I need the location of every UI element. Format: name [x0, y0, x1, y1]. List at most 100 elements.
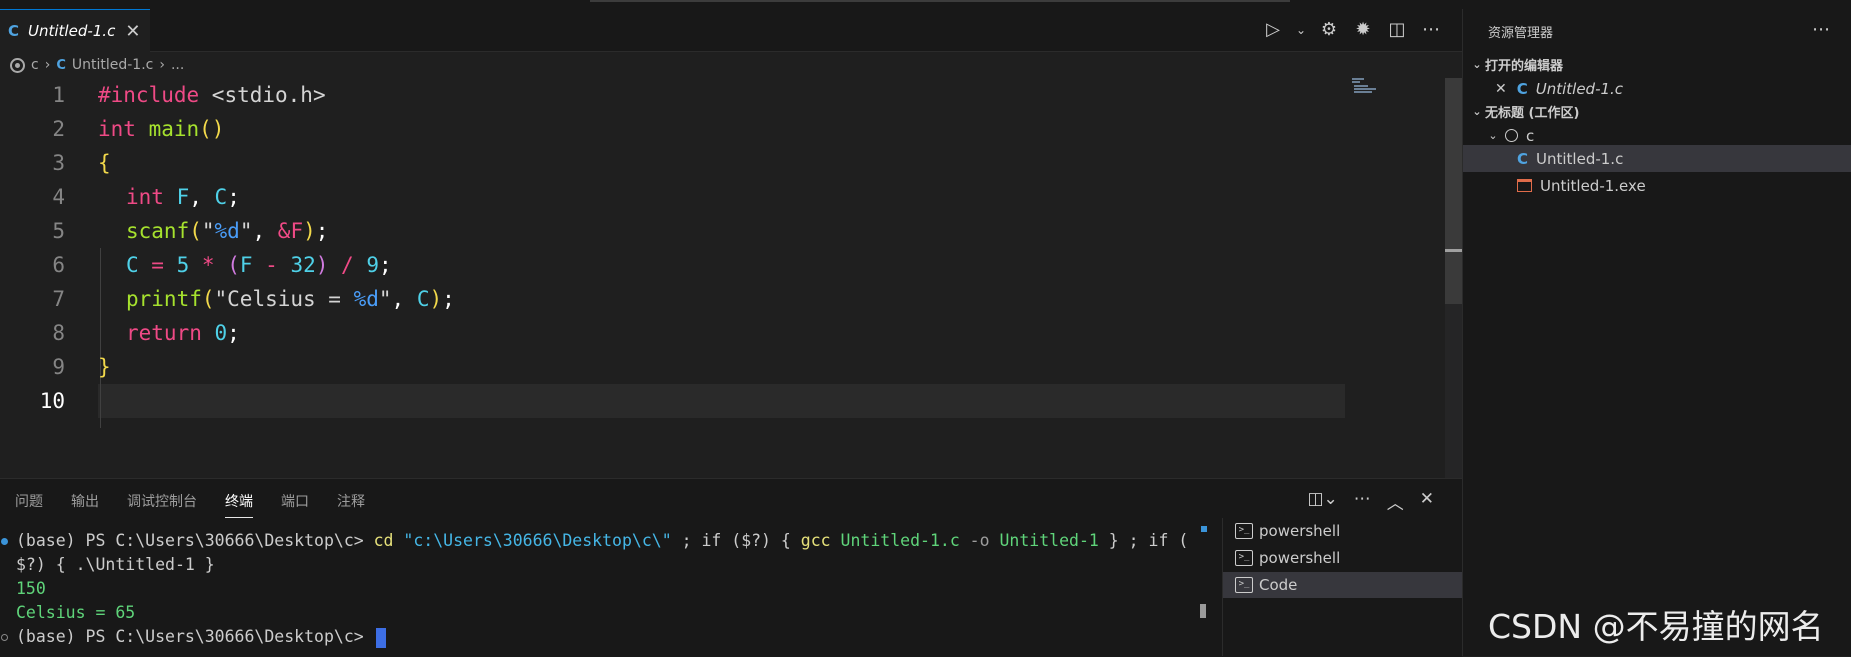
- token: 5: [176, 253, 190, 277]
- chevron-down-icon: ⌄: [1472, 57, 1482, 71]
- line-number: 6: [52, 253, 65, 277]
- terminal-item[interactable]: >_ Code: [1223, 572, 1463, 598]
- split-editor-icon[interactable]: ◫: [1386, 19, 1408, 41]
- token: scanf: [126, 219, 190, 243]
- ellipsis-icon[interactable]: ⋯: [1812, 19, 1830, 40]
- breadcrumb-file[interactable]: Untitled-1.c: [72, 57, 153, 73]
- token: ): [303, 219, 316, 243]
- token: &: [277, 219, 291, 243]
- terminal-line: $?) { .\Untitled-1 }: [16, 555, 215, 574]
- terminal-cursor: [375, 627, 386, 648]
- bug-icon[interactable]: ✹: [1352, 19, 1374, 41]
- gear-icon[interactable]: ⚙: [1318, 19, 1340, 41]
- file-item[interactable]: Untitled-1.exe: [1463, 172, 1851, 199]
- token: *: [189, 253, 228, 277]
- chevron-down-icon[interactable]: ⌄: [1296, 19, 1306, 41]
- arg: Untitled-1.c: [830, 531, 960, 550]
- token: (): [199, 117, 225, 141]
- c-file-icon: C: [8, 22, 20, 40]
- terminal-icon: >_: [1235, 523, 1253, 539]
- token: 0: [201, 321, 228, 345]
- token: <stdio.h>: [199, 83, 326, 107]
- scrollbar-thumb[interactable]: [1445, 78, 1462, 304]
- code-line: 3 {: [0, 146, 1445, 180]
- minimap-line: [1352, 78, 1364, 80]
- tab-problems[interactable]: 问题: [15, 491, 43, 518]
- section-open-editors[interactable]: ⌄ 打开的编辑器: [1463, 52, 1851, 76]
- editor-tab-bar: C Untitled-1.c ✕ ▷ ⌄ ⚙ ✹ ◫ ⋯: [0, 9, 1462, 52]
- token: return: [126, 321, 202, 345]
- editor-scrollbar[interactable]: [1445, 78, 1462, 478]
- terminal-item[interactable]: >_ powershell: [1223, 545, 1463, 571]
- line-number: 7: [52, 287, 65, 311]
- close-icon[interactable]: ✕: [1420, 489, 1434, 514]
- line-number: 4: [52, 185, 65, 209]
- code-text: }: [98, 355, 111, 379]
- code-text: printf("Celsius = %d", C);: [126, 287, 455, 311]
- code-line: 7 printf("Celsius = %d", C);: [0, 282, 1445, 316]
- code-line: 5 scanf("%d", &F);: [0, 214, 1445, 248]
- play-icon[interactable]: ▷: [1262, 19, 1284, 41]
- token: (: [189, 219, 202, 243]
- token: ": [239, 219, 253, 243]
- tab-comments[interactable]: 注释: [337, 491, 365, 518]
- terminal-list: >_ powershell >_ powershell >_ Code: [1222, 518, 1463, 656]
- token: -: [252, 253, 291, 277]
- token: 32: [290, 253, 316, 277]
- code-line: 2 int main(): [0, 112, 1445, 146]
- tab-untitled-1-c[interactable]: C Untitled-1.c ✕: [0, 9, 150, 52]
- minimap[interactable]: [1352, 78, 1382, 96]
- terminal-item[interactable]: >_ powershell: [1223, 518, 1463, 544]
- token: ;: [378, 253, 392, 277]
- ellipsis-icon[interactable]: ⋯: [1420, 19, 1442, 41]
- section-label: 无标题 (工作区): [1485, 105, 1580, 121]
- sidebar-title: 资源管理器: [1488, 26, 1554, 41]
- ellipsis-icon[interactable]: ⋯: [1354, 489, 1371, 514]
- file-item[interactable]: C Untitled-1.c: [1463, 145, 1851, 172]
- chevron-down-icon: ⌄: [1472, 104, 1482, 118]
- open-editor-item[interactable]: ✕ C Untitled-1.c: [1463, 75, 1851, 102]
- tab-terminal[interactable]: 终端: [225, 491, 253, 518]
- close-icon[interactable]: ✕: [125, 21, 140, 42]
- explorer-sidebar: 资源管理器 ⋯ ⌄ 打开的编辑器 ✕ C Untitled-1.c ⌄ 无标题 (工…: [1462, 9, 1851, 656]
- token: ,: [252, 219, 278, 243]
- split-terminal-icon[interactable]: ◫⌄: [1307, 489, 1337, 514]
- command-center[interactable]: [590, 0, 1290, 2]
- token: (: [227, 253, 240, 277]
- tab-output[interactable]: 输出: [71, 491, 99, 518]
- token: C: [201, 185, 228, 209]
- minimap-line: [1354, 91, 1372, 93]
- token: ": [201, 219, 215, 243]
- folder-icon: [1505, 129, 1518, 142]
- token: ;: [315, 219, 329, 243]
- close-icon[interactable]: ✕: [1495, 81, 1507, 97]
- code-text: {: [98, 151, 111, 175]
- code-editor[interactable]: 1 #include <stdio.h> 2 int main() 3 { 4 …: [0, 78, 1445, 478]
- code-line: 9 }: [0, 350, 1445, 384]
- token: ;: [227, 185, 240, 209]
- code-text: scanf("%d", &F);: [126, 219, 328, 243]
- code-line: 10: [0, 384, 1445, 418]
- breadcrumb-symbol[interactable]: ...: [171, 57, 184, 73]
- section-workspace[interactable]: ⌄ 无标题 (工作区): [1463, 99, 1851, 123]
- c-file-icon: C: [1517, 149, 1529, 168]
- minimap-line: [1354, 85, 1368, 87]
- line-number: 8: [52, 321, 65, 345]
- maximize-panel-icon[interactable]: ︿: [1387, 489, 1404, 514]
- arg: Untitled-1: [989, 531, 1099, 550]
- text: } ; if (: [1098, 531, 1189, 550]
- tab-ports[interactable]: 端口: [281, 491, 309, 518]
- minimap-line: [1354, 88, 1376, 90]
- terminal-scrollbar[interactable]: [1200, 604, 1206, 618]
- token: ;: [227, 321, 240, 345]
- terminal-line: Celsius = 65: [16, 603, 136, 622]
- token: ,: [189, 185, 202, 209]
- breadcrumb-folder[interactable]: c: [31, 57, 39, 73]
- token: F: [163, 185, 190, 209]
- terminal-line: (base) PS C:\Users\30666\Desktop\c> cd "…: [16, 529, 1188, 553]
- token: main: [135, 117, 200, 141]
- cmd: cd: [373, 531, 394, 550]
- tab-debug-console[interactable]: 调试控制台: [127, 491, 197, 518]
- terminal-name: Code: [1259, 576, 1298, 594]
- token: (: [201, 287, 215, 311]
